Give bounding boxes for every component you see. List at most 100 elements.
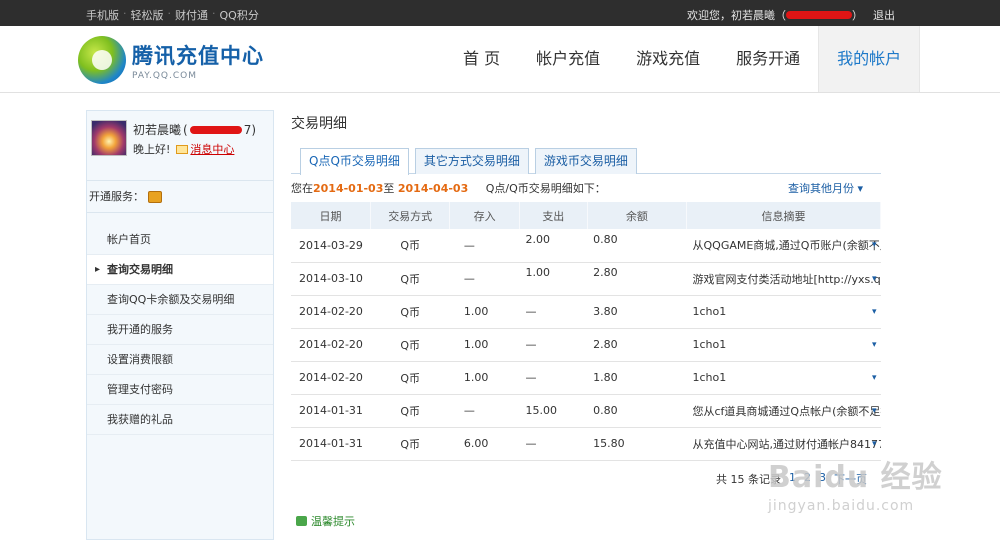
tab-q-transactions[interactable]: Q点Q币交易明细 <box>300 148 409 175</box>
menu-gifts[interactable]: 我获赠的礼品 <box>87 405 273 435</box>
tab-game-coin-transactions[interactable]: 游戏币交易明细 <box>534 148 637 174</box>
separator: · <box>167 7 172 20</box>
cell-date: 2014-03-29 <box>291 229 371 263</box>
chevron-down-icon[interactable]: ▾ <box>872 439 877 449</box>
warm-tip[interactable]: 温馨提示 <box>296 513 355 529</box>
separator: · <box>123 7 127 20</box>
service-row: 开通服务： <box>87 181 273 213</box>
cell-out: — <box>519 328 588 362</box>
chevron-down-icon[interactable]: ▾ <box>872 240 877 250</box>
chevron-down-icon[interactable]: ▾ <box>872 373 877 383</box>
table-row: 2014-02-20 Q币 1.00 — 2.80 1cho1 ▾ <box>291 328 881 362</box>
cell-info[interactable]: 您从cf道具商城通过Q点帐户(余额不足扣 ▾ <box>686 394 881 428</box>
cell-info[interactable]: 1cho1 ▾ <box>686 295 881 329</box>
date-range-row: 您在2014-01-03至 2014-04-03 Q点/Q币交易明细如下： 查询… <box>291 178 881 200</box>
chevron-down-icon[interactable]: ▾ <box>872 406 877 416</box>
cell-date: 2014-02-20 <box>291 361 371 395</box>
table-row: 2014-02-20 Q币 1.00 — 3.80 1cho1 ▾ <box>291 295 881 329</box>
chevron-down-icon[interactable]: ▾ <box>872 274 877 284</box>
cell-info[interactable]: 从QQGAME商城,通过Q币账户(余额不足扣▾ <box>686 229 881 263</box>
menu-account-home[interactable]: 帐户首页 <box>87 225 273 255</box>
cell-in: 1.00 <box>449 328 520 362</box>
date-from: 2014-01-03 <box>313 182 384 195</box>
info-text: 1cho1 <box>692 371 727 385</box>
paren-open: ( <box>183 122 188 137</box>
col-balance: 余额 <box>587 202 688 229</box>
welcome-label: 欢迎您，初若晨曦 <box>687 9 775 22</box>
qq-points-link[interactable]: QQ积分 <box>220 7 259 23</box>
nav-home[interactable]: 首 页 <box>445 26 518 92</box>
cell-info[interactable]: 游戏官网支付类活动地址[http://yxs.qq. ▾ <box>686 262 881 296</box>
table-row: 2014-01-31 Q币 — 15.00 0.80 您从cf道具商城通过Q点帐… <box>291 394 881 428</box>
cell-in: — <box>449 394 520 428</box>
cell-balance: 3.80 <box>587 295 687 329</box>
menu-payment-password[interactable]: 管理支付密码 <box>87 375 273 405</box>
cell-out: — <box>519 427 588 461</box>
user-box: 初若晨曦 (7) 晚上好! 消息中心 <box>87 111 273 181</box>
info-text: 1cho1 <box>692 305 727 319</box>
nav-game-recharge[interactable]: 游戏充值 <box>618 26 718 92</box>
cell-method: Q币 <box>370 295 450 329</box>
nav-services[interactable]: 服务开通 <box>718 26 818 92</box>
logo[interactable]: 腾讯充值中心 PAY.QQ.COM <box>78 36 264 84</box>
cell-date: 2014-02-20 <box>291 295 371 329</box>
redaction-mark <box>189 125 242 134</box>
cell-in: — <box>449 262 520 296</box>
tab-other-transactions[interactable]: 其它方式交易明细 <box>414 148 529 174</box>
top-links: 手机版 · 轻松版 · 财付通 · QQ积分 <box>86 7 259 23</box>
site-header: 腾讯充值中心 PAY.QQ.COM 首 页 帐户充值 游戏充值 服务开通 我的帐… <box>0 26 1000 93</box>
menu-qq-card[interactable]: 查询QQ卡余额及交易明细 <box>87 285 273 315</box>
cell-date: 2014-02-20 <box>291 328 371 362</box>
top-bar: 手机版 · 轻松版 · 财付通 · QQ积分 欢迎您，初若晨曦（） 退出 <box>0 0 1000 26</box>
cell-balance-value: 2.80 <box>593 266 618 279</box>
avatar[interactable] <box>91 120 127 156</box>
cell-balance: 0.80 <box>587 394 687 428</box>
logo-title: 腾讯充值中心 <box>132 43 264 68</box>
chevron-down-icon[interactable]: ▾ <box>872 307 877 317</box>
range-suffix: Q点/Q币交易明细如下： <box>485 182 606 195</box>
logout-link[interactable]: 退出 <box>873 7 895 23</box>
col-in: 存入 <box>449 202 520 229</box>
watermark: Baidu 经验 jingyan.baidu.com <box>768 452 943 514</box>
menu-spending-limit[interactable]: 设置消费限额 <box>87 345 273 375</box>
cell-balance: 1.80 <box>587 361 687 395</box>
cell-info[interactable]: 1cho1 ▾ <box>686 328 881 362</box>
info-text: 游戏官网支付类活动地址[http://yxs.qq. <box>692 272 881 286</box>
menu-transactions[interactable]: 查询交易明细 <box>87 255 273 285</box>
info-text: 您从cf道具商城通过Q点帐户(余额不足扣 <box>692 404 881 418</box>
message-center-link[interactable]: 消息中心 <box>176 141 234 157</box>
nav-my-account[interactable]: 我的帐户 <box>818 26 921 92</box>
watermark-logo: Baidu 经验 <box>768 460 943 495</box>
table-row: 2014-02-20 Q币 1.00 — 1.80 1cho1 ▾ <box>291 361 881 395</box>
paren-close: 7) <box>243 122 257 137</box>
separator: · <box>212 7 216 20</box>
logo-text: 腾讯充值中心 PAY.QQ.COM <box>132 40 264 81</box>
cell-out-value: 1.00 <box>525 266 550 279</box>
mail-icon <box>176 144 189 154</box>
cell-method: Q币 <box>370 427 450 461</box>
cell-in: — <box>449 229 520 263</box>
col-date: 日期 <box>291 202 372 229</box>
info-text: 从充值中心网站,通过财付通帐户841776 <box>692 437 881 451</box>
cell-balance: 15.80 <box>587 427 687 461</box>
tenpay-link[interactable]: 财付通 <box>175 7 208 23</box>
message-center-label: 消息中心 <box>190 143 235 156</box>
side-menu: 帐户首页 查询交易明细 查询QQ卡余额及交易明细 我开通的服务 设置消费限额 管… <box>87 225 273 435</box>
mobile-link[interactable]: 手机版 <box>86 7 119 23</box>
main-content: 交易明细 Q点Q币交易明细 其它方式交易明细 游戏币交易明细 您在2014-01… <box>291 110 881 487</box>
cell-info[interactable]: 1cho1 ▾ <box>686 361 881 395</box>
user-greeting: 欢迎您，初若晨曦（） 退出 <box>687 7 895 23</box>
col-info: 信息摘要 <box>686 202 881 229</box>
lite-link[interactable]: 轻松版 <box>131 7 164 23</box>
cell-method: Q币 <box>370 328 450 362</box>
other-month-dropdown[interactable]: 查询其他月份 ▾ <box>788 178 863 200</box>
service-icon[interactable] <box>148 190 162 203</box>
nav-account-recharge[interactable]: 帐户充值 <box>518 26 618 92</box>
tip-label: 温馨提示 <box>311 515 355 528</box>
chevron-down-icon[interactable]: ▾ <box>872 340 877 350</box>
col-method: 交易方式 <box>370 202 451 229</box>
cell-out: — <box>519 295 588 329</box>
tab-bar: Q点Q币交易明细 其它方式交易明细 游戏币交易明细 <box>291 148 881 175</box>
menu-my-services[interactable]: 我开通的服务 <box>87 315 273 345</box>
info-text: 1cho1 <box>692 338 727 352</box>
